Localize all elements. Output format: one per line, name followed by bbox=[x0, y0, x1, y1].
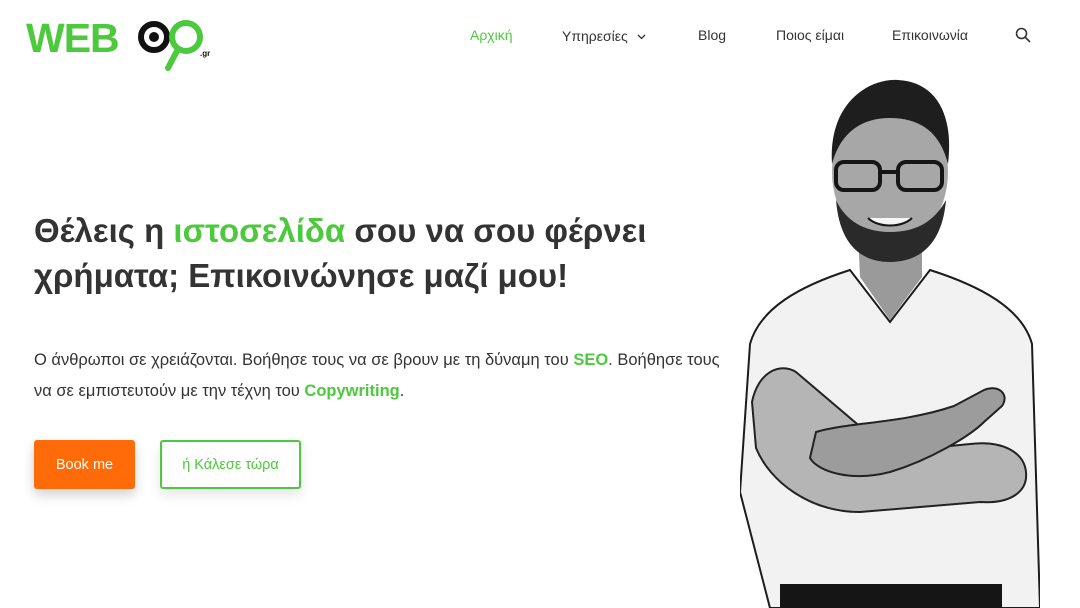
nav-item-services-label: Υπηρεσίες bbox=[562, 28, 628, 44]
search-icon[interactable] bbox=[1014, 26, 1032, 44]
nav-item-home[interactable]: Αρχική bbox=[470, 27, 513, 43]
book-me-button[interactable]: Book me bbox=[34, 440, 135, 489]
logo-tld: .gr bbox=[200, 49, 210, 58]
chevron-down-icon bbox=[637, 27, 646, 43]
hero-title-part1: Θέλεις η bbox=[34, 212, 174, 249]
portrait-image bbox=[740, 79, 1040, 608]
hero-text-part3: . bbox=[399, 382, 405, 400]
hero-description: Ο άνθρωποι σε χρειάζονται. Βοήθησε τους … bbox=[34, 345, 724, 407]
hero-text-copywriting: Copywriting bbox=[304, 382, 400, 400]
hero-title: Θέλεις η ιστοσελίδα σου να σου φέρνει χρ… bbox=[34, 208, 724, 298]
hero-text-seo: SEO bbox=[573, 351, 609, 369]
nav-item-about[interactable]: Ποιος είμαι bbox=[776, 27, 844, 43]
nav-item-services[interactable]: Υπηρεσίες bbox=[562, 27, 646, 44]
hero-title-accent: ιστοσελίδα bbox=[173, 212, 346, 249]
nav-item-blog[interactable]: Blog bbox=[698, 27, 726, 43]
main-nav: Αρχική Υπηρεσίες Blog Ποιος είμαι Επικοι… bbox=[0, 24, 1080, 48]
call-now-button[interactable]: ή Κάλεσε τώρα bbox=[160, 440, 301, 489]
nav-item-contact[interactable]: Επικοινωνία bbox=[892, 27, 968, 43]
hero-text-part1: Ο άνθρωποι σε χρειάζονται. Βοήθησε τους … bbox=[34, 351, 574, 369]
